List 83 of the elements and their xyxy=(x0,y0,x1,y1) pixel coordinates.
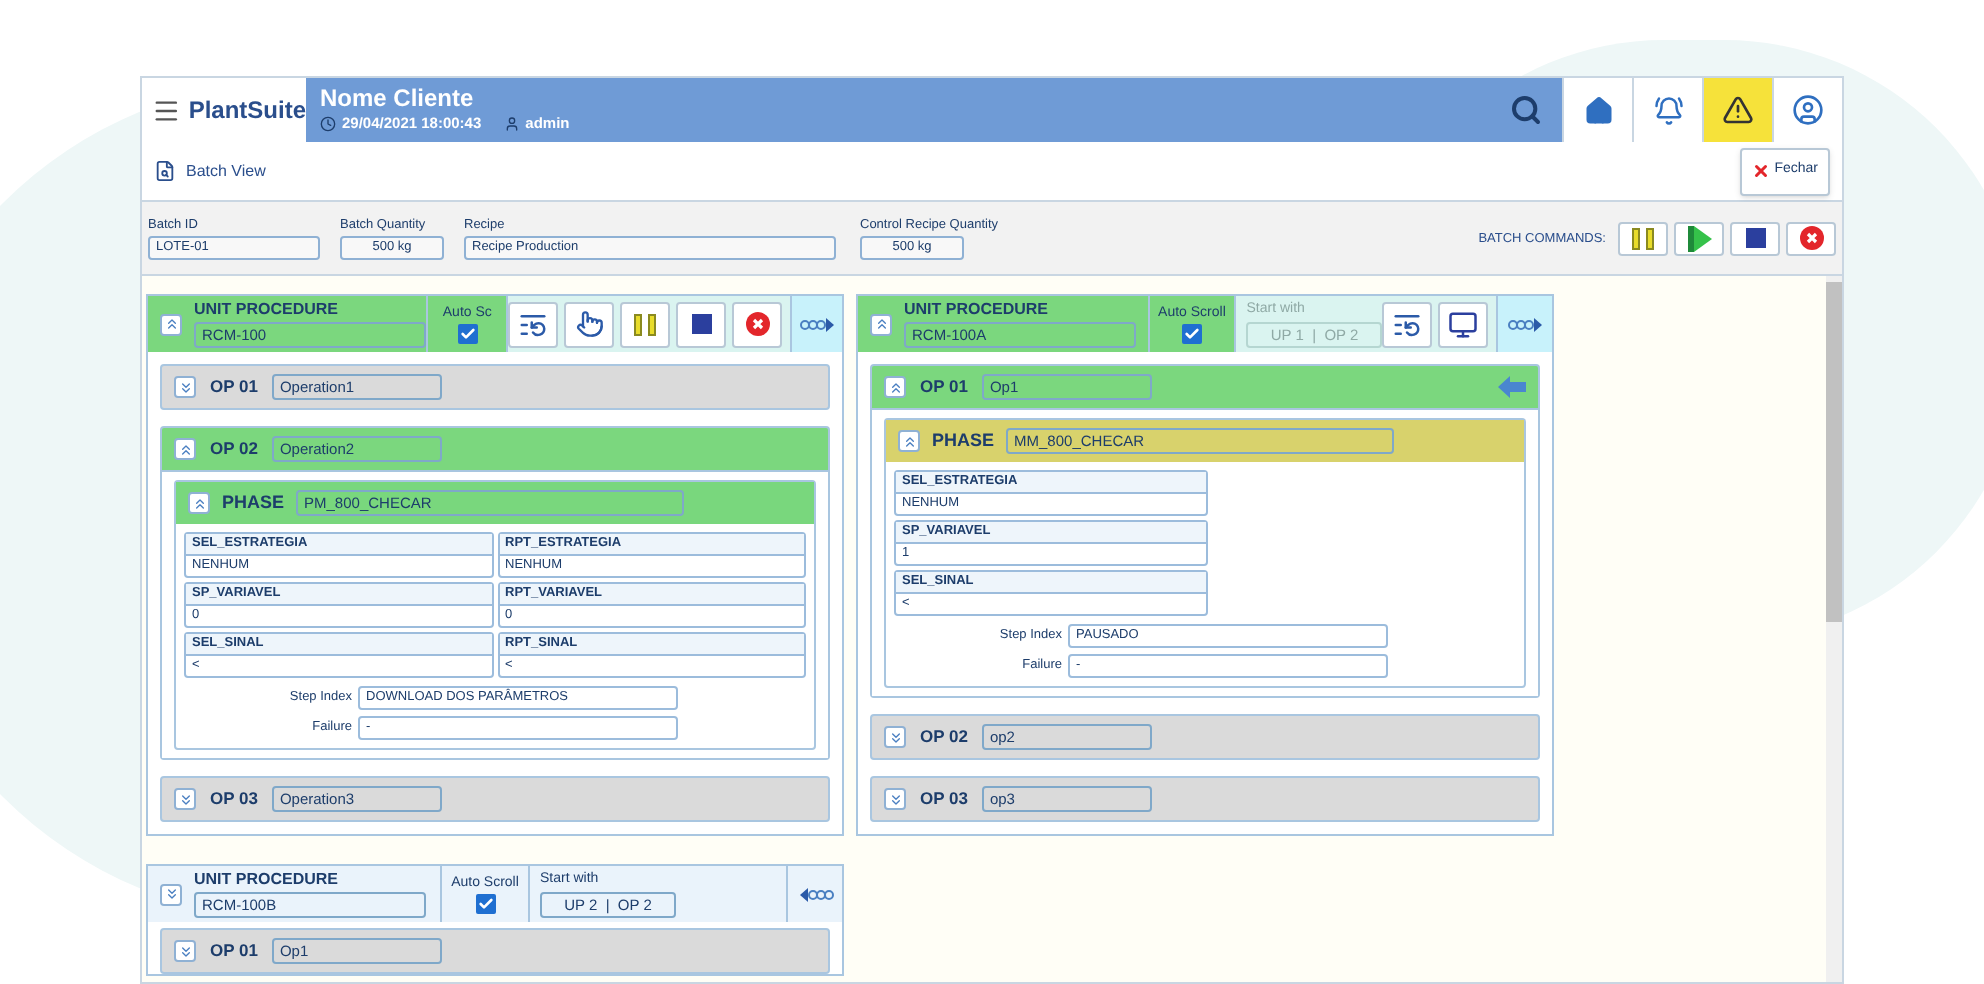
user-icon xyxy=(1792,94,1824,126)
chevrons-up-icon xyxy=(873,316,889,332)
search-icon[interactable] xyxy=(1510,94,1542,126)
cancel-icon xyxy=(1799,226,1823,250)
alarm-button[interactable] xyxy=(1632,78,1702,142)
operation-label: OP 01 xyxy=(920,374,968,400)
expand-toggle[interactable] xyxy=(174,376,196,398)
monitor-icon xyxy=(1448,309,1479,339)
pause-icon xyxy=(634,313,657,335)
expand-toggle[interactable] xyxy=(160,883,182,905)
check-icon xyxy=(459,326,476,342)
list-refresh-icon xyxy=(518,309,549,339)
document-icon xyxy=(154,160,176,182)
expand-toggle[interactable] xyxy=(884,726,906,748)
chevrons-down-icon xyxy=(887,729,903,745)
chevrons-up-icon xyxy=(901,433,917,449)
stop-icon xyxy=(1745,228,1765,248)
expand-toggle[interactable] xyxy=(174,940,196,962)
chevrons-down-icon xyxy=(177,943,193,959)
check-icon xyxy=(477,896,493,912)
next-icon[interactable] xyxy=(1507,317,1544,331)
chevrons-up-icon xyxy=(177,441,193,457)
unit-procedure-label: UNIT PROCEDURE xyxy=(194,300,341,320)
chevrons-down-icon xyxy=(177,791,193,807)
operation-label: OP 01 xyxy=(210,938,258,964)
close-icon xyxy=(1752,162,1771,180)
chevrons-up-icon xyxy=(163,316,179,332)
expand-toggle[interactable] xyxy=(174,438,196,460)
expand-toggle[interactable] xyxy=(884,376,906,398)
operation-label: OP 02 xyxy=(920,724,968,750)
unit-procedure-label: UNIT PROCEDURE xyxy=(194,870,341,890)
bell-icon xyxy=(1653,95,1683,125)
tool-button[interactable] xyxy=(564,301,615,347)
hand-pointer-icon xyxy=(575,310,604,338)
batch-command-button[interactable] xyxy=(1674,221,1724,255)
chevrons-down-icon xyxy=(887,791,903,807)
operation-label: OP 02 xyxy=(210,436,258,462)
list-refresh-icon xyxy=(1392,309,1423,339)
page-title: Batch View xyxy=(186,159,266,183)
warning-button[interactable] xyxy=(1702,78,1772,142)
brand-name: PlantSuite xyxy=(188,94,306,128)
expand-toggle[interactable] xyxy=(160,313,182,335)
user-button[interactable] xyxy=(1772,78,1842,142)
operation-label: OP 01 xyxy=(210,374,258,400)
auto-scroll-checkbox[interactable] xyxy=(1181,324,1202,344)
menu-icon[interactable] xyxy=(152,95,181,125)
client-name: Nome Cliente xyxy=(320,84,476,113)
operation-label: OP 03 xyxy=(920,786,968,812)
user-icon xyxy=(503,116,520,132)
check-icon xyxy=(1183,326,1200,342)
chevrons-down-icon xyxy=(163,886,179,902)
tool-button[interactable] xyxy=(1382,301,1433,347)
batch-command-button[interactable] xyxy=(1730,221,1780,255)
expand-toggle[interactable] xyxy=(898,430,920,452)
auto-scroll-checkbox[interactable] xyxy=(475,894,495,914)
tool-button[interactable] xyxy=(508,301,559,347)
unit-procedure-label: UNIT PROCEDURE xyxy=(904,300,1051,320)
expand-toggle[interactable] xyxy=(884,788,906,810)
auto-scroll-checkbox[interactable] xyxy=(457,324,478,344)
phase-label: PHASE xyxy=(932,427,995,454)
tool-button[interactable] xyxy=(1438,301,1489,347)
operation-label: OP 03 xyxy=(210,786,258,812)
tool-button[interactable] xyxy=(676,301,727,347)
chevrons-up-icon xyxy=(191,495,207,511)
expand-toggle[interactable] xyxy=(870,313,892,335)
cancel-icon xyxy=(745,312,770,336)
expand-toggle[interactable] xyxy=(188,492,210,514)
play-icon xyxy=(1687,225,1711,251)
warning-icon xyxy=(1722,94,1754,126)
clock-icon xyxy=(320,116,336,132)
expand-toggle[interactable] xyxy=(174,788,196,810)
stop-icon xyxy=(691,314,712,334)
previous-icon[interactable] xyxy=(797,887,833,901)
scrollbar-thumb[interactable] xyxy=(1826,282,1842,622)
chevrons-down-icon xyxy=(177,379,193,395)
home-button[interactable] xyxy=(1562,78,1632,142)
next-icon[interactable] xyxy=(799,317,836,331)
chevrons-up-icon xyxy=(887,379,903,395)
home-icon xyxy=(1583,95,1613,125)
phase-label: PHASE xyxy=(222,489,285,516)
batch-command-button[interactable] xyxy=(1786,221,1836,255)
tool-button[interactable] xyxy=(732,301,783,347)
pause-icon xyxy=(1632,227,1654,249)
